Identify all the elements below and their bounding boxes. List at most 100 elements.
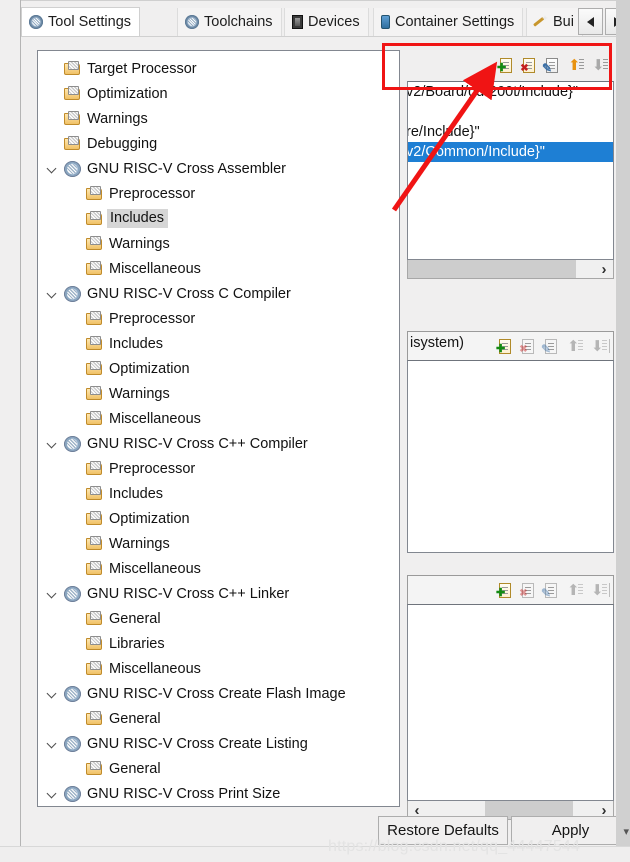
tree-item-label: Optimization	[87, 85, 168, 102]
scrollbar-thumb[interactable]	[408, 260, 577, 278]
settings-tree[interactable]: Target Processor Optimization Warnings Debu…	[37, 50, 400, 807]
tree-item-gnu-risc-v-cross-c-compiler[interactable]: GNU RISC-V Cross C Compiler	[38, 281, 399, 306]
tree-item-gnu-risc-v-cross-c-compiler[interactable]: GNU RISC-V Cross C++ Compiler	[38, 431, 399, 456]
list-toolbar: ⬆ ⬇	[497, 57, 614, 74]
add-button[interactable]	[496, 582, 513, 599]
tree-item-warnings[interactable]: Warnings	[38, 381, 399, 406]
tree-item-miscellaneous[interactable]: Miscellaneous	[38, 256, 399, 281]
tab-build-steps[interactable]: Bui	[526, 8, 583, 36]
tree-item-preprocessor[interactable]: Preprocessor	[38, 456, 399, 481]
folder-icon	[64, 111, 82, 126]
chevron-down-icon[interactable]	[48, 440, 57, 446]
tab-toolchains[interactable]: Toolchains	[177, 8, 282, 36]
tree-item-label: GNU RISC-V Cross Print Size	[87, 785, 281, 802]
move-up-button: ⬆	[565, 582, 583, 599]
edit-button	[542, 338, 559, 355]
scroll-right-button[interactable]: ›	[595, 260, 613, 278]
edit-button[interactable]	[543, 57, 560, 74]
tree-item-label: Miscellaneous	[109, 260, 201, 277]
folder-icon	[86, 211, 104, 226]
tree-item-target-processor[interactable]: Target Processor	[38, 56, 399, 81]
delete-button[interactable]	[520, 57, 537, 74]
move-up-button[interactable]: ⬆	[566, 57, 584, 74]
tree-item-gnu-risc-v-cross-print-size[interactable]: GNU RISC-V Cross Print Size	[38, 781, 399, 806]
tree-item-label: Miscellaneous	[109, 660, 201, 677]
list-item[interactable]	[408, 102, 613, 122]
tool-settings-page: Target Processor Optimization Warnings Debu…	[21, 36, 630, 847]
wand-icon	[534, 15, 548, 29]
chip-icon	[292, 15, 303, 29]
tab-label: Toolchains	[204, 13, 273, 30]
include-system-paths-list[interactable]	[407, 360, 614, 553]
tree-item-includes[interactable]: Includes	[38, 331, 399, 356]
horizontal-scrollbar[interactable]: ›	[407, 260, 614, 279]
tree-item-label: Preprocessor	[109, 460, 196, 477]
settings-detail-column: ⬆ ⬇ v2/Board/gdr200t/Include}" re/Includ…	[407, 50, 614, 820]
tree-item-optimization[interactable]: Optimization	[38, 506, 399, 531]
scrollbar-track[interactable]	[408, 260, 595, 278]
tree-item-gnu-risc-v-cross-c-linker[interactable]: GNU RISC-V Cross C++ Linker	[38, 581, 399, 606]
folder-icon	[64, 136, 82, 151]
include-system-paths-section: isystem) ⬆ ⬇	[407, 331, 614, 553]
tool-icon	[64, 585, 81, 602]
include-paths-list[interactable]: v2/Board/gdr200t/Include}" re/Include}" …	[407, 81, 614, 260]
tree-item-preprocessor[interactable]: Preprocessor	[38, 306, 399, 331]
tree-item-warnings[interactable]: Warnings	[38, 531, 399, 556]
tree-item-label: Optimization	[109, 360, 190, 377]
chevron-down-icon[interactable]	[48, 165, 57, 171]
tree-item-miscellaneous[interactable]: Miscellaneous	[38, 656, 399, 681]
list-toolbar: ⬆ ⬇	[496, 582, 613, 599]
tool-icon	[64, 735, 81, 752]
tree-item-label: Miscellaneous	[109, 560, 201, 577]
tree-item-gnu-risc-v-cross-create-listing[interactable]: GNU RISC-V Cross Create Listing	[38, 731, 399, 756]
folder-icon	[86, 186, 104, 201]
tree-item-general[interactable]: General	[38, 706, 399, 731]
tab-scroll-left-button[interactable]	[578, 8, 603, 35]
tree-item-libraries[interactable]: Libraries	[38, 631, 399, 656]
move-down-button[interactable]: ⬇	[590, 57, 611, 74]
add-button[interactable]	[497, 57, 514, 74]
tree-item-label: General	[109, 610, 161, 627]
include-files-list[interactable]	[407, 604, 614, 801]
tree-item-miscellaneous[interactable]: Miscellaneous	[38, 406, 399, 431]
tree-item-label: GNU RISC-V Cross Assembler	[87, 160, 287, 177]
tree-item-general[interactable]: General	[38, 756, 399, 781]
list-item[interactable]: v2/Board/gdr200t/Include}"	[408, 82, 613, 102]
chevron-right-icon: ›	[601, 260, 607, 278]
tree-item-general[interactable]: General	[38, 606, 399, 631]
tree-item-gnu-risc-v-cross-create-flash-image[interactable]: GNU RISC-V Cross Create Flash Image	[38, 681, 399, 706]
tree-item-debugging[interactable]: Debugging	[38, 131, 399, 156]
tree-item-includes[interactable]: Includes	[38, 206, 399, 231]
tree-item-optimization[interactable]: Optimization	[38, 81, 399, 106]
tree-item-includes[interactable]: Includes	[38, 481, 399, 506]
add-button[interactable]	[496, 338, 513, 355]
window-vertical-scrollbar[interactable]: ▾	[616, 0, 630, 846]
tree-item-warnings[interactable]: Warnings	[38, 106, 399, 131]
list-item[interactable]: re/Include}"	[408, 122, 613, 142]
tree-item-label: Optimization	[109, 510, 190, 527]
tree-item-preprocessor[interactable]: Preprocessor	[38, 181, 399, 206]
folder-icon	[86, 411, 104, 426]
tree-item-optimization[interactable]: Optimization	[38, 356, 399, 381]
tab-strip: Tool Settings Toolchains Devices Contain…	[21, 6, 630, 37]
tab-devices[interactable]: Devices	[284, 8, 369, 36]
chevron-down-icon[interactable]	[48, 690, 57, 696]
tree-item-general[interactable]: General	[38, 806, 399, 807]
list-item-selected[interactable]: v2/Common/Include}"	[408, 142, 613, 162]
tree-item-label: Includes	[109, 335, 164, 352]
chevron-down-icon[interactable]	[48, 740, 57, 746]
gear-icon	[29, 15, 43, 29]
folder-icon	[86, 611, 104, 626]
chevron-down-icon[interactable]	[48, 790, 57, 796]
tree-item-gnu-risc-v-cross-assembler[interactable]: GNU RISC-V Cross Assembler	[38, 156, 399, 181]
include-paths-section: ⬆ ⬇ v2/Board/gdr200t/Include}" re/Includ…	[407, 50, 614, 279]
chevron-down-icon[interactable]	[48, 590, 57, 596]
usb-icon	[381, 15, 390, 29]
tree-item-miscellaneous[interactable]: Miscellaneous	[38, 556, 399, 581]
folder-icon	[86, 636, 104, 651]
tab-tool-settings[interactable]: Tool Settings	[21, 7, 141, 37]
chevron-down-icon[interactable]	[48, 290, 57, 296]
tab-container-settings[interactable]: Container Settings	[373, 8, 524, 36]
tab-label: Devices	[308, 13, 360, 30]
tree-item-warnings[interactable]: Warnings	[38, 231, 399, 256]
